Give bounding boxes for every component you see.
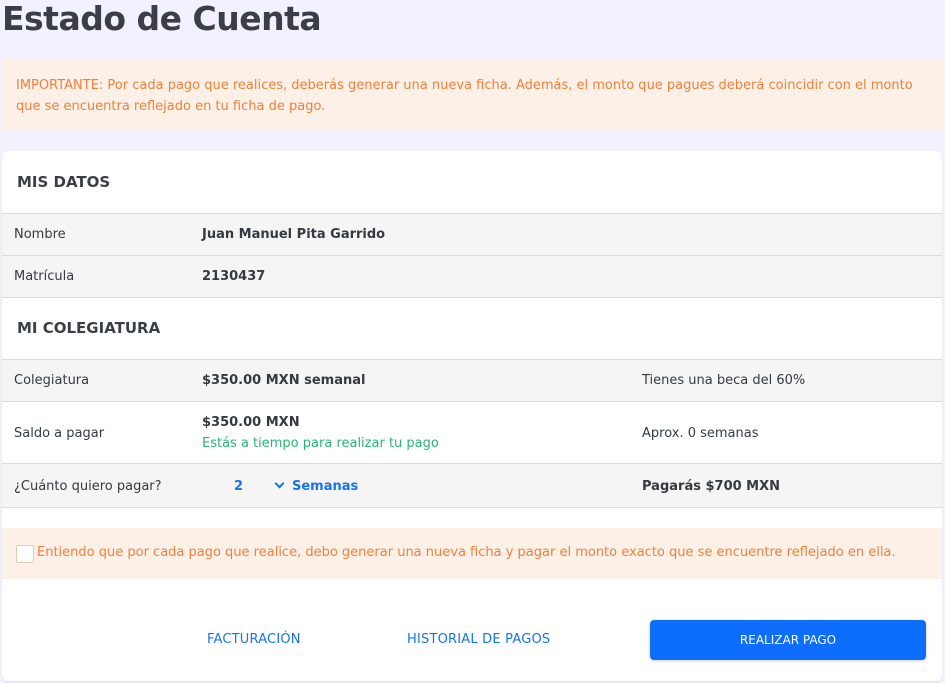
page-title: Estado de Cuenta bbox=[2, 0, 322, 38]
weeks-note: Aprox. 0 semanas bbox=[642, 426, 759, 441]
unit-select[interactable]: Semanas bbox=[274, 478, 359, 494]
row-nombre: Nombre Juan Manuel Pita Garrido bbox=[2, 213, 942, 255]
chevron-down-icon bbox=[274, 478, 285, 489]
account-card: MIS DATOS Nombre Juan Manuel Pita Garrid… bbox=[2, 151, 942, 681]
historial-pagos-link[interactable]: HISTORIAL DE PAGOS bbox=[407, 632, 550, 647]
important-alert: IMPORTANTE: Por cada pago que realices, … bbox=[2, 59, 943, 130]
confirm-checkbox[interactable] bbox=[16, 545, 34, 563]
section-title-mis-datos: MIS DATOS bbox=[17, 173, 111, 191]
value-colegiatura: $350.00 MXN semanal bbox=[202, 373, 366, 388]
facturacion-link[interactable]: FACTURACIÓN bbox=[207, 632, 301, 647]
value-saldo: $350.00 MXN bbox=[202, 415, 300, 430]
total-to-pay: Pagarás $700 MXN bbox=[642, 479, 781, 494]
unit-select-label: Semanas bbox=[292, 479, 359, 494]
section-title-mi-colegiatura: MI COLEGIATURA bbox=[17, 319, 161, 337]
label-cuanto-pagar: ¿Cuánto quiero pagar? bbox=[14, 479, 162, 494]
label-colegiatura: Colegiatura bbox=[14, 373, 90, 388]
label-saldo: Saldo a pagar bbox=[14, 426, 105, 441]
row-saldo: Saldo a pagar $350.00 MXN Estás a tiempo… bbox=[2, 401, 942, 463]
realizar-pago-button[interactable]: REALIZAR PAGO bbox=[650, 620, 926, 660]
row-cuanto-pagar: ¿Cuánto quiero pagar? 2 Semanas Pagarás … bbox=[2, 463, 942, 508]
confirm-label: Entiendo que por cada pago que realice, … bbox=[37, 545, 896, 560]
value-matricula: 2130437 bbox=[202, 269, 266, 284]
row-colegiatura: Colegiatura $350.00 MXN semanal Tienes u… bbox=[2, 359, 942, 401]
row-matricula: Matrícula 2130437 bbox=[2, 255, 942, 297]
quantity-input[interactable]: 2 bbox=[234, 479, 243, 494]
payment-status: Estás a tiempo para realizar tu pago bbox=[202, 436, 439, 451]
beca-note: Tienes una beca del 60% bbox=[642, 373, 806, 388]
row-section-header-colegiatura: MI COLEGIATURA bbox=[2, 297, 942, 359]
confirm-box: Entiendo que por cada pago que realice, … bbox=[2, 528, 942, 579]
value-nombre: Juan Manuel Pita Garrido bbox=[202, 227, 386, 242]
label-nombre: Nombre bbox=[14, 227, 66, 242]
label-matricula: Matrícula bbox=[14, 269, 75, 284]
